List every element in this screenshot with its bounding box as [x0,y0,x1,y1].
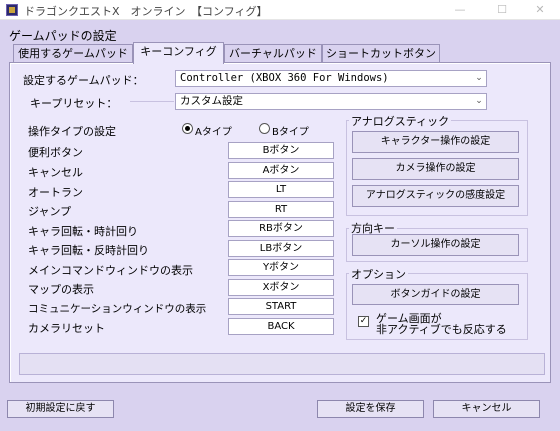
radio-type-b[interactable] [259,123,270,134]
key-row-label: キャンセル [28,166,83,179]
key-row-label: キャラ回転・反時計回り [28,244,149,257]
inactive-response-checkbox[interactable]: ✓ [358,316,369,327]
gamepad-value: Controller (XBOX 360 For Windows) [180,72,389,84]
character-control-button[interactable]: キャラクター操作の設定 [352,131,519,153]
key-assign-box[interactable]: LBボタン [228,240,334,257]
radio-type-a-label: Aタイプ [195,127,232,138]
cursor-control-button[interactable]: カーソル操作の設定 [352,234,519,256]
tab-key-config[interactable]: キーコンフィグ [133,42,224,64]
radio-type-a[interactable] [182,123,193,134]
chevron-down-icon: ⌄ [475,96,483,106]
tab-virtual-pad[interactable]: バーチャルパッド [224,44,322,63]
app-icon [6,4,18,16]
tab-shortcut-buttons[interactable]: ショートカットボタン [322,44,440,63]
key-row-label: カメラリセット [28,322,105,335]
gamepad-dropdown[interactable]: Controller (XBOX 360 For Windows) ⌄ [175,70,487,87]
key-assign-box[interactable]: Bボタン [228,142,334,159]
key-preset-label: キープリセット： [30,97,118,110]
analog-stick-title: アナログスティック [349,113,452,129]
key-assign-box[interactable]: BACK [228,318,334,335]
reset-defaults-button[interactable]: 初期設定に戻す [7,400,114,418]
operation-type-label: 操作タイプの設定 [28,125,116,138]
save-settings-button[interactable]: 設定を保存 [317,400,424,418]
key-preset-dropdown[interactable]: カスタム設定 ⌄ [175,93,487,110]
key-row-label: コミュニケーションウィンドウの表示 [28,303,207,315]
button-guide-button[interactable]: ボタンガイドの設定 [352,284,519,305]
key-assign-box[interactable]: Yボタン [228,259,334,276]
key-row-label: 便利ボタン [28,146,83,159]
chevron-down-icon: ⌄ [475,73,483,83]
close-button[interactable]: ✕ [520,0,560,20]
key-assign-box[interactable]: RBボタン [228,220,334,237]
cancel-button[interactable]: キャンセル [433,400,540,418]
key-row-label: ジャンプ [28,205,72,218]
key-row-label: キャラ回転・時計回り [28,225,138,238]
options-title: オプション [349,266,408,282]
key-preset-value: カスタム設定 [180,95,243,107]
key-assign-box[interactable]: LT [228,181,334,198]
key-assign-box[interactable]: Aボタン [228,162,334,179]
key-row-label: メインコマンドウィンドウの表示 [28,264,193,277]
key-assign-box[interactable]: Xボタン [228,279,334,296]
stick-sensitivity-button[interactable]: アナログスティックの感度設定 [352,185,519,207]
window-title: ドラゴンクエストX オンライン 【コンフィグ】 [24,5,268,18]
key-row-label: オートラン [28,186,83,199]
maximize-button[interactable]: ☐ [482,0,522,20]
title-bar: ドラゴンクエストX オンライン 【コンフィグ】 — ☐ ✕ [0,0,560,20]
section-title: ゲームパッドの設定 [9,29,117,43]
key-assign-box[interactable]: RT [228,201,334,218]
inactive-response-label-2: 非アクティブでも反応する [376,323,507,336]
key-row-label: マップの表示 [28,283,94,296]
key-assign-box[interactable]: START [228,298,334,315]
tab-gamepad-select[interactable]: 使用するゲームパッド [13,44,133,63]
divider [130,101,174,102]
radio-type-b-label: Bタイプ [272,127,309,138]
camera-control-button[interactable]: カメラ操作の設定 [352,158,519,180]
gamepad-label: 設定するゲームパッド： [23,74,144,87]
status-bar [19,353,545,375]
minimize-button[interactable]: — [440,0,480,20]
